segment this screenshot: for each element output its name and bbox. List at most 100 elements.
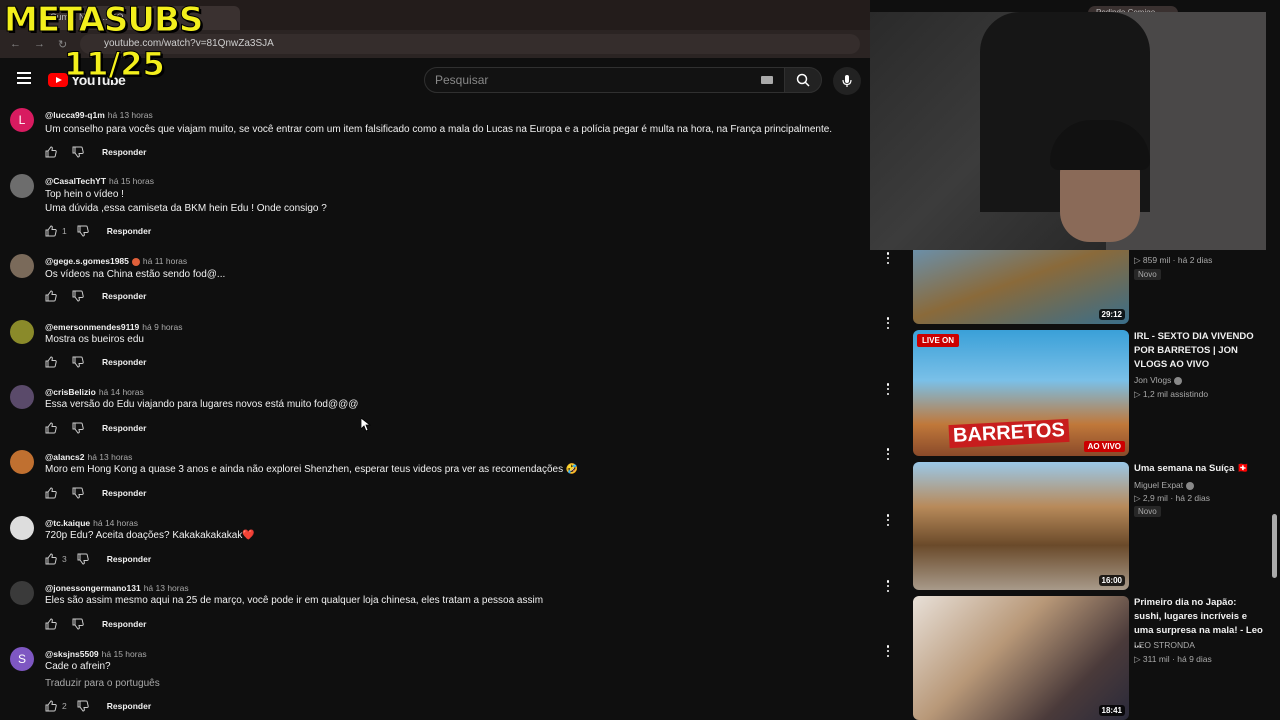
dislike-icon[interactable] — [72, 356, 84, 368]
comment-actions: Responder — [45, 146, 146, 158]
avatar[interactable] — [10, 174, 34, 198]
comment-header: @sksjns5509 há 15 horas — [45, 649, 147, 659]
reply-button[interactable]: Responder — [102, 147, 146, 157]
avatar[interactable] — [10, 516, 34, 540]
dislike-icon[interactable] — [72, 487, 84, 499]
more-options-icon[interactable] — [886, 448, 890, 460]
like-icon[interactable] — [45, 356, 57, 368]
dislike-icon[interactable] — [72, 146, 84, 158]
comment-time[interactable]: há 11 horas — [143, 256, 187, 266]
comment-header: @gege.s.gomes1985 há 11 horas — [45, 256, 187, 266]
thumbnail-text: BARRETOS — [948, 418, 1070, 449]
avatar[interactable] — [10, 581, 34, 605]
like-count: 3 — [62, 554, 67, 564]
search-input[interactable]: Pesquisar — [424, 67, 786, 93]
channel-name[interactable]: Jon Vlogs — [1134, 375, 1171, 385]
video-thumbnail[interactable]: LIVE ON BARRETOS AO VIVO — [913, 330, 1129, 456]
dislike-icon[interactable] — [77, 225, 89, 237]
video-age: há 2 dias — [1175, 493, 1211, 503]
reply-button[interactable]: Responder — [107, 226, 151, 236]
channel-name[interactable]: LEO STRONDA — [1134, 640, 1195, 650]
dislike-icon[interactable] — [72, 618, 84, 630]
comment-author[interactable]: @emersonmendes9119 — [45, 322, 139, 332]
avatar[interactable] — [10, 450, 34, 474]
dislike-icon[interactable] — [72, 422, 84, 434]
reply-button[interactable]: Responder — [102, 488, 146, 498]
comment-text: Uma dúvida ,essa camiseta da BKM hein Ed… — [45, 203, 327, 214]
video-age: há 2 dias — [1177, 255, 1213, 265]
video-channel[interactable]: Jon Vlogs — [1134, 375, 1183, 385]
menu-icon[interactable] — [17, 72, 31, 84]
like-icon[interactable] — [45, 422, 57, 434]
like-icon[interactable] — [45, 225, 57, 237]
dislike-icon[interactable] — [77, 553, 89, 565]
comment-time[interactable]: há 15 horas — [102, 649, 147, 659]
comment-author[interactable]: @alancs2 — [45, 452, 84, 462]
video-title[interactable]: Uma semana na Suíça 🇨🇭 — [1134, 462, 1264, 476]
more-options-icon[interactable] — [886, 383, 890, 395]
reply-button[interactable]: Responder — [102, 619, 146, 629]
scrollbar-thumb[interactable] — [1272, 514, 1277, 578]
comment-author[interactable]: @crisBelizio — [45, 387, 96, 397]
reply-button[interactable]: Responder — [102, 423, 146, 433]
comment-time[interactable]: há 14 horas — [99, 387, 144, 397]
like-icon[interactable] — [45, 618, 57, 630]
comment-author[interactable]: @gege.s.gomes1985 — [45, 256, 129, 266]
video-thumbnail[interactable]: 29:12 — [913, 250, 1129, 324]
like-icon[interactable] — [45, 700, 57, 712]
like-icon[interactable] — [45, 487, 57, 499]
comment-author[interactable]: @CasalTechYT — [45, 176, 106, 186]
more-options-icon[interactable] — [886, 514, 890, 526]
like-icon[interactable] — [45, 146, 57, 158]
video-thumbnail[interactable]: 16:00 — [913, 462, 1129, 590]
comment-text: Top hein o vídeo ! — [45, 189, 124, 200]
stream-overlay-title: METASUBS — [3, 0, 203, 40]
reply-button[interactable]: Responder — [102, 357, 146, 367]
reply-button[interactable]: Responder — [102, 291, 146, 301]
comment-time[interactable]: há 9 horas — [142, 322, 182, 332]
comment-text: Os vídeos na China estão sendo fod@... — [45, 269, 226, 280]
translate-link[interactable]: Traduzir para o português — [45, 678, 160, 689]
comment-author[interactable]: @sksjns5509 — [45, 649, 99, 659]
more-options-icon[interactable] — [886, 317, 890, 329]
comment-author[interactable]: @jonessongermano131 — [45, 583, 141, 593]
search-button[interactable] — [784, 67, 822, 93]
channel-name[interactable]: Miguel Expat — [1134, 480, 1183, 490]
video-channel[interactable]: Miguel Expat — [1134, 480, 1195, 490]
comment-author[interactable]: @tc.kaique — [45, 518, 90, 528]
more-options-icon[interactable] — [886, 252, 890, 264]
comment-header: @jonessongermano131 há 13 horas — [45, 583, 189, 593]
verified-icon — [1186, 481, 1195, 490]
avatar[interactable] — [10, 385, 34, 409]
dislike-icon[interactable] — [77, 700, 89, 712]
avatar[interactable]: L — [10, 108, 34, 132]
more-options-icon[interactable] — [886, 580, 890, 592]
live-badge: LIVE ON — [917, 334, 960, 347]
avatar[interactable] — [10, 254, 34, 278]
voice-search-button[interactable] — [833, 67, 861, 95]
avatar[interactable]: S — [10, 647, 34, 671]
video-age: há 9 dias — [1177, 654, 1212, 664]
dislike-icon[interactable] — [72, 290, 84, 302]
comment-time[interactable]: há 13 horas — [144, 583, 189, 593]
search-icon — [796, 73, 810, 87]
video-thumbnail[interactable]: 18:41 — [913, 596, 1129, 720]
like-count: 2 — [62, 701, 67, 711]
comment-author[interactable]: @lucca99-q1m — [45, 110, 105, 120]
video-duration: 29:12 — [1098, 309, 1125, 320]
comment-time[interactable]: há 13 horas — [108, 110, 153, 120]
like-icon[interactable] — [45, 290, 57, 302]
reply-button[interactable]: Responder — [107, 701, 151, 711]
video-title[interactable]: IRL - SEXTO DIA VIVENDO POR BARRETOS | J… — [1134, 330, 1264, 372]
avatar[interactable] — [10, 320, 34, 344]
video-views: 2,9 mil — [1142, 493, 1168, 503]
comment-time[interactable]: há 15 horas — [109, 176, 154, 186]
comment-time[interactable]: há 13 horas — [87, 452, 132, 462]
reply-button[interactable]: Responder — [107, 554, 151, 564]
like-count: 1 — [62, 226, 67, 236]
comment-time[interactable]: há 14 horas — [93, 518, 138, 528]
keyboard-icon[interactable] — [761, 76, 773, 84]
like-icon[interactable] — [45, 553, 57, 565]
comment-header: @lucca99-q1m há 13 horas — [45, 110, 153, 120]
more-options-icon[interactable] — [886, 645, 890, 657]
